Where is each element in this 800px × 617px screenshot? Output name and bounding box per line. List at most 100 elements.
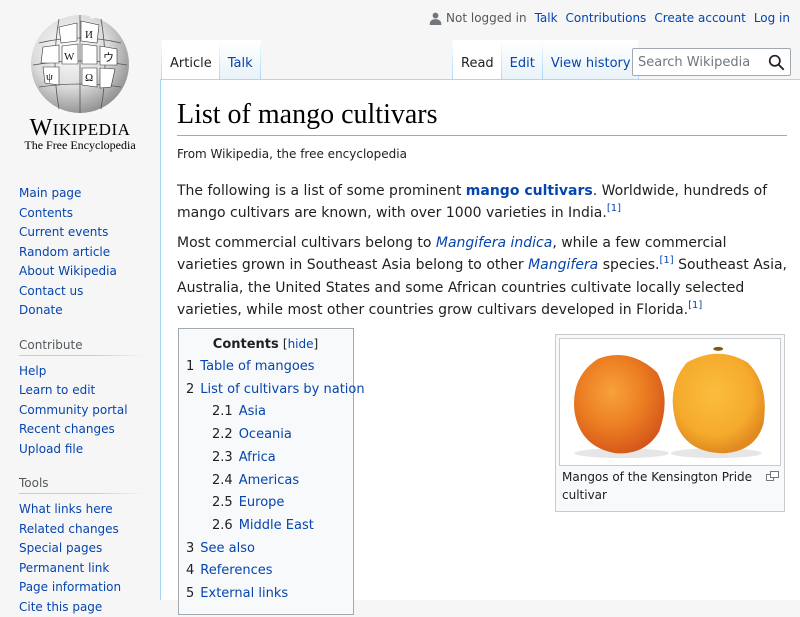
image-thumbnail: Mangos of the Kensington Pride cultivar: [555, 334, 785, 512]
toc-list: 1Table of mangoes 2List of cultivars by n…: [186, 356, 345, 606]
sidebar-item-recent-changes-label[interactable]: Recent changes: [19, 422, 115, 436]
enlarge-icon[interactable]: [766, 471, 779, 482]
toc-item-label[interactable]: Americas: [239, 473, 299, 488]
toc-item-label[interactable]: Africa: [239, 450, 276, 465]
search-icon[interactable]: [768, 54, 785, 71]
toc-item-link[interactable]: 3See also: [186, 541, 255, 556]
toc-item-label[interactable]: References: [200, 563, 272, 578]
toc-item-label[interactable]: Table of mangoes: [200, 359, 314, 374]
svg-text:И: И: [85, 29, 93, 41]
sidebar-item-contact-us[interactable]: Contact us: [19, 282, 160, 302]
sidebar-item-learn-to-edit-label[interactable]: Learn to edit: [19, 383, 95, 397]
sidebar-item-contents-label[interactable]: Contents: [19, 206, 73, 220]
tab-read[interactable]: Read: [452, 40, 502, 80]
mangifera-link[interactable]: Mangifera: [528, 257, 598, 273]
mangifera-indica-link[interactable]: Mangifera indica: [436, 235, 552, 251]
reference-link[interactable]: [1]: [659, 255, 673, 266]
sidebar-item-current-events[interactable]: Current events: [19, 223, 160, 243]
toc-item[interactable]: 3See also: [186, 538, 345, 561]
talk-link[interactable]: Talk: [535, 11, 558, 25]
toc-hide-link[interactable]: hide: [288, 337, 314, 351]
sidebar-item-upload-file[interactable]: Upload file: [19, 440, 160, 460]
toc-item-link[interactable]: 1Table of mangoes: [186, 359, 315, 374]
sidebar-item-cite-this-page-label[interactable]: Cite this page: [19, 600, 102, 614]
intro-paragraph-1: The following is a list of some prominen…: [177, 180, 787, 225]
toc-item-link[interactable]: 2.3 Africa: [212, 450, 276, 465]
sidebar-item-community-portal-label[interactable]: Community portal: [19, 403, 128, 417]
toc-item[interactable]: 4References: [186, 560, 345, 583]
mango-image[interactable]: [559, 338, 781, 466]
sidebar-item-community-portal[interactable]: Community portal: [19, 401, 160, 421]
sidebar-item-help[interactable]: Help: [19, 362, 160, 382]
tab-view-history[interactable]: View history: [543, 40, 639, 80]
toc-item-link[interactable]: 2.5Europe: [212, 495, 284, 510]
toc-item[interactable]: 2.1Asia: [186, 401, 345, 424]
sidebar-item-contact-us-label[interactable]: Contact us: [19, 284, 83, 298]
sidebar-item-recent-changes[interactable]: Recent changes: [19, 420, 160, 440]
reference-link[interactable]: [1]: [688, 300, 702, 311]
toc-item-link[interactable]: 2.1Asia: [212, 404, 266, 419]
sidebar-item-contents[interactable]: Contents: [19, 204, 160, 224]
sidebar-item-random-article[interactable]: Random article: [19, 243, 160, 263]
tools-heading[interactable]: Tools: [19, 476, 144, 494]
sidebar-item-related-changes-label[interactable]: Related changes: [19, 522, 119, 536]
globe-icon: W И Ω ウ ψ: [29, 13, 131, 115]
toc-item[interactable]: 1Table of mangoes: [186, 356, 345, 379]
create-account-link[interactable]: Create account: [654, 11, 746, 25]
toc-item[interactable]: 2.3 Africa: [186, 447, 345, 470]
toc-item-link[interactable]: 5External links: [186, 586, 288, 601]
sidebar-item-special-pages[interactable]: Special pages: [19, 539, 160, 559]
sidebar-item-main-page[interactable]: Main page: [19, 184, 160, 204]
sidebar-item-special-pages-label[interactable]: Special pages: [19, 541, 102, 555]
toc-item[interactable]: 2.5Europe: [186, 492, 345, 515]
toc-item-label[interactable]: List of cultivars by nation: [200, 382, 364, 397]
sidebar-item-cite-this-page[interactable]: Cite this page: [19, 598, 160, 617]
sidebar-item-current-events-label[interactable]: Current events: [19, 225, 108, 239]
toc-item-label[interactable]: Europe: [239, 495, 285, 510]
tab-article[interactable]: Article: [161, 40, 220, 80]
contribute-heading[interactable]: Contribute: [19, 338, 144, 356]
sidebar-item-help-label[interactable]: Help: [19, 364, 46, 378]
toc-item-label[interactable]: External links: [200, 586, 288, 601]
sidebar-item-permanent-link[interactable]: Permanent link: [19, 559, 160, 579]
toc-item[interactable]: 2.2Oceania: [186, 424, 345, 447]
tab-talk[interactable]: Talk: [220, 40, 261, 80]
sidebar-item-page-information[interactable]: Page information: [19, 578, 160, 598]
toc-item-label[interactable]: See also: [200, 541, 255, 556]
sidebar-item-about-wikipedia-label[interactable]: About Wikipedia: [19, 264, 117, 278]
toc-item-link[interactable]: 2.2Oceania: [212, 427, 292, 442]
sidebar-item-donate[interactable]: Donate: [19, 301, 160, 321]
p1-text-1: The following is a list of some prominen…: [177, 183, 466, 199]
toc-item-label[interactable]: Asia: [239, 404, 266, 419]
toc-item[interactable]: 2.6Middle East: [186, 515, 345, 538]
contributions-link[interactable]: Contributions: [566, 11, 647, 25]
sidebar-item-about-wikipedia[interactable]: About Wikipedia: [19, 262, 160, 282]
sidebar-item-permanent-link-label[interactable]: Permanent link: [19, 561, 109, 575]
sidebar-item-what-links-here[interactable]: What links here: [19, 500, 160, 520]
wikipedia-logo[interactable]: W И Ω ウ ψ Wikipedia The Free Encyclopedi…: [0, 0, 160, 160]
toc-item-link[interactable]: 2.6Middle East: [212, 518, 314, 533]
toc-item-label[interactable]: Middle East: [239, 518, 314, 533]
search-input[interactable]: [633, 49, 761, 75]
sidebar-item-what-links-here-label[interactable]: What links here: [19, 502, 113, 516]
sidebar-item-learn-to-edit[interactable]: Learn to edit: [19, 381, 160, 401]
sidebar-item-upload-file-label[interactable]: Upload file: [19, 442, 83, 456]
toc-item-label[interactable]: Oceania: [239, 427, 292, 442]
toc-item-link[interactable]: 2.4Americas: [212, 473, 299, 488]
toc-item[interactable]: 2.4Americas: [186, 470, 345, 493]
sidebar-item-main-page-label[interactable]: Main page: [19, 186, 81, 200]
login-link[interactable]: Log in: [754, 11, 790, 25]
toc-item-link[interactable]: 4References: [186, 563, 273, 578]
toc-item-number: 2.3: [212, 450, 233, 465]
namespace-tabs: Article Talk: [161, 40, 261, 80]
sidebar-item-related-changes[interactable]: Related changes: [19, 520, 160, 540]
sidebar-item-donate-label[interactable]: Donate: [19, 303, 63, 317]
tab-edit[interactable]: Edit: [502, 40, 543, 80]
toc-item[interactable]: 5External links: [186, 583, 345, 606]
toc-item-link[interactable]: 2List of cultivars by nation: [186, 382, 365, 397]
toc-item[interactable]: 2List of cultivars by nation: [186, 379, 345, 402]
mango-cultivars-link[interactable]: mango cultivars: [466, 183, 593, 199]
reference-link[interactable]: [1]: [607, 203, 621, 214]
sidebar-item-random-article-label[interactable]: Random article: [19, 245, 110, 259]
sidebar-item-page-information-label[interactable]: Page information: [19, 580, 121, 594]
